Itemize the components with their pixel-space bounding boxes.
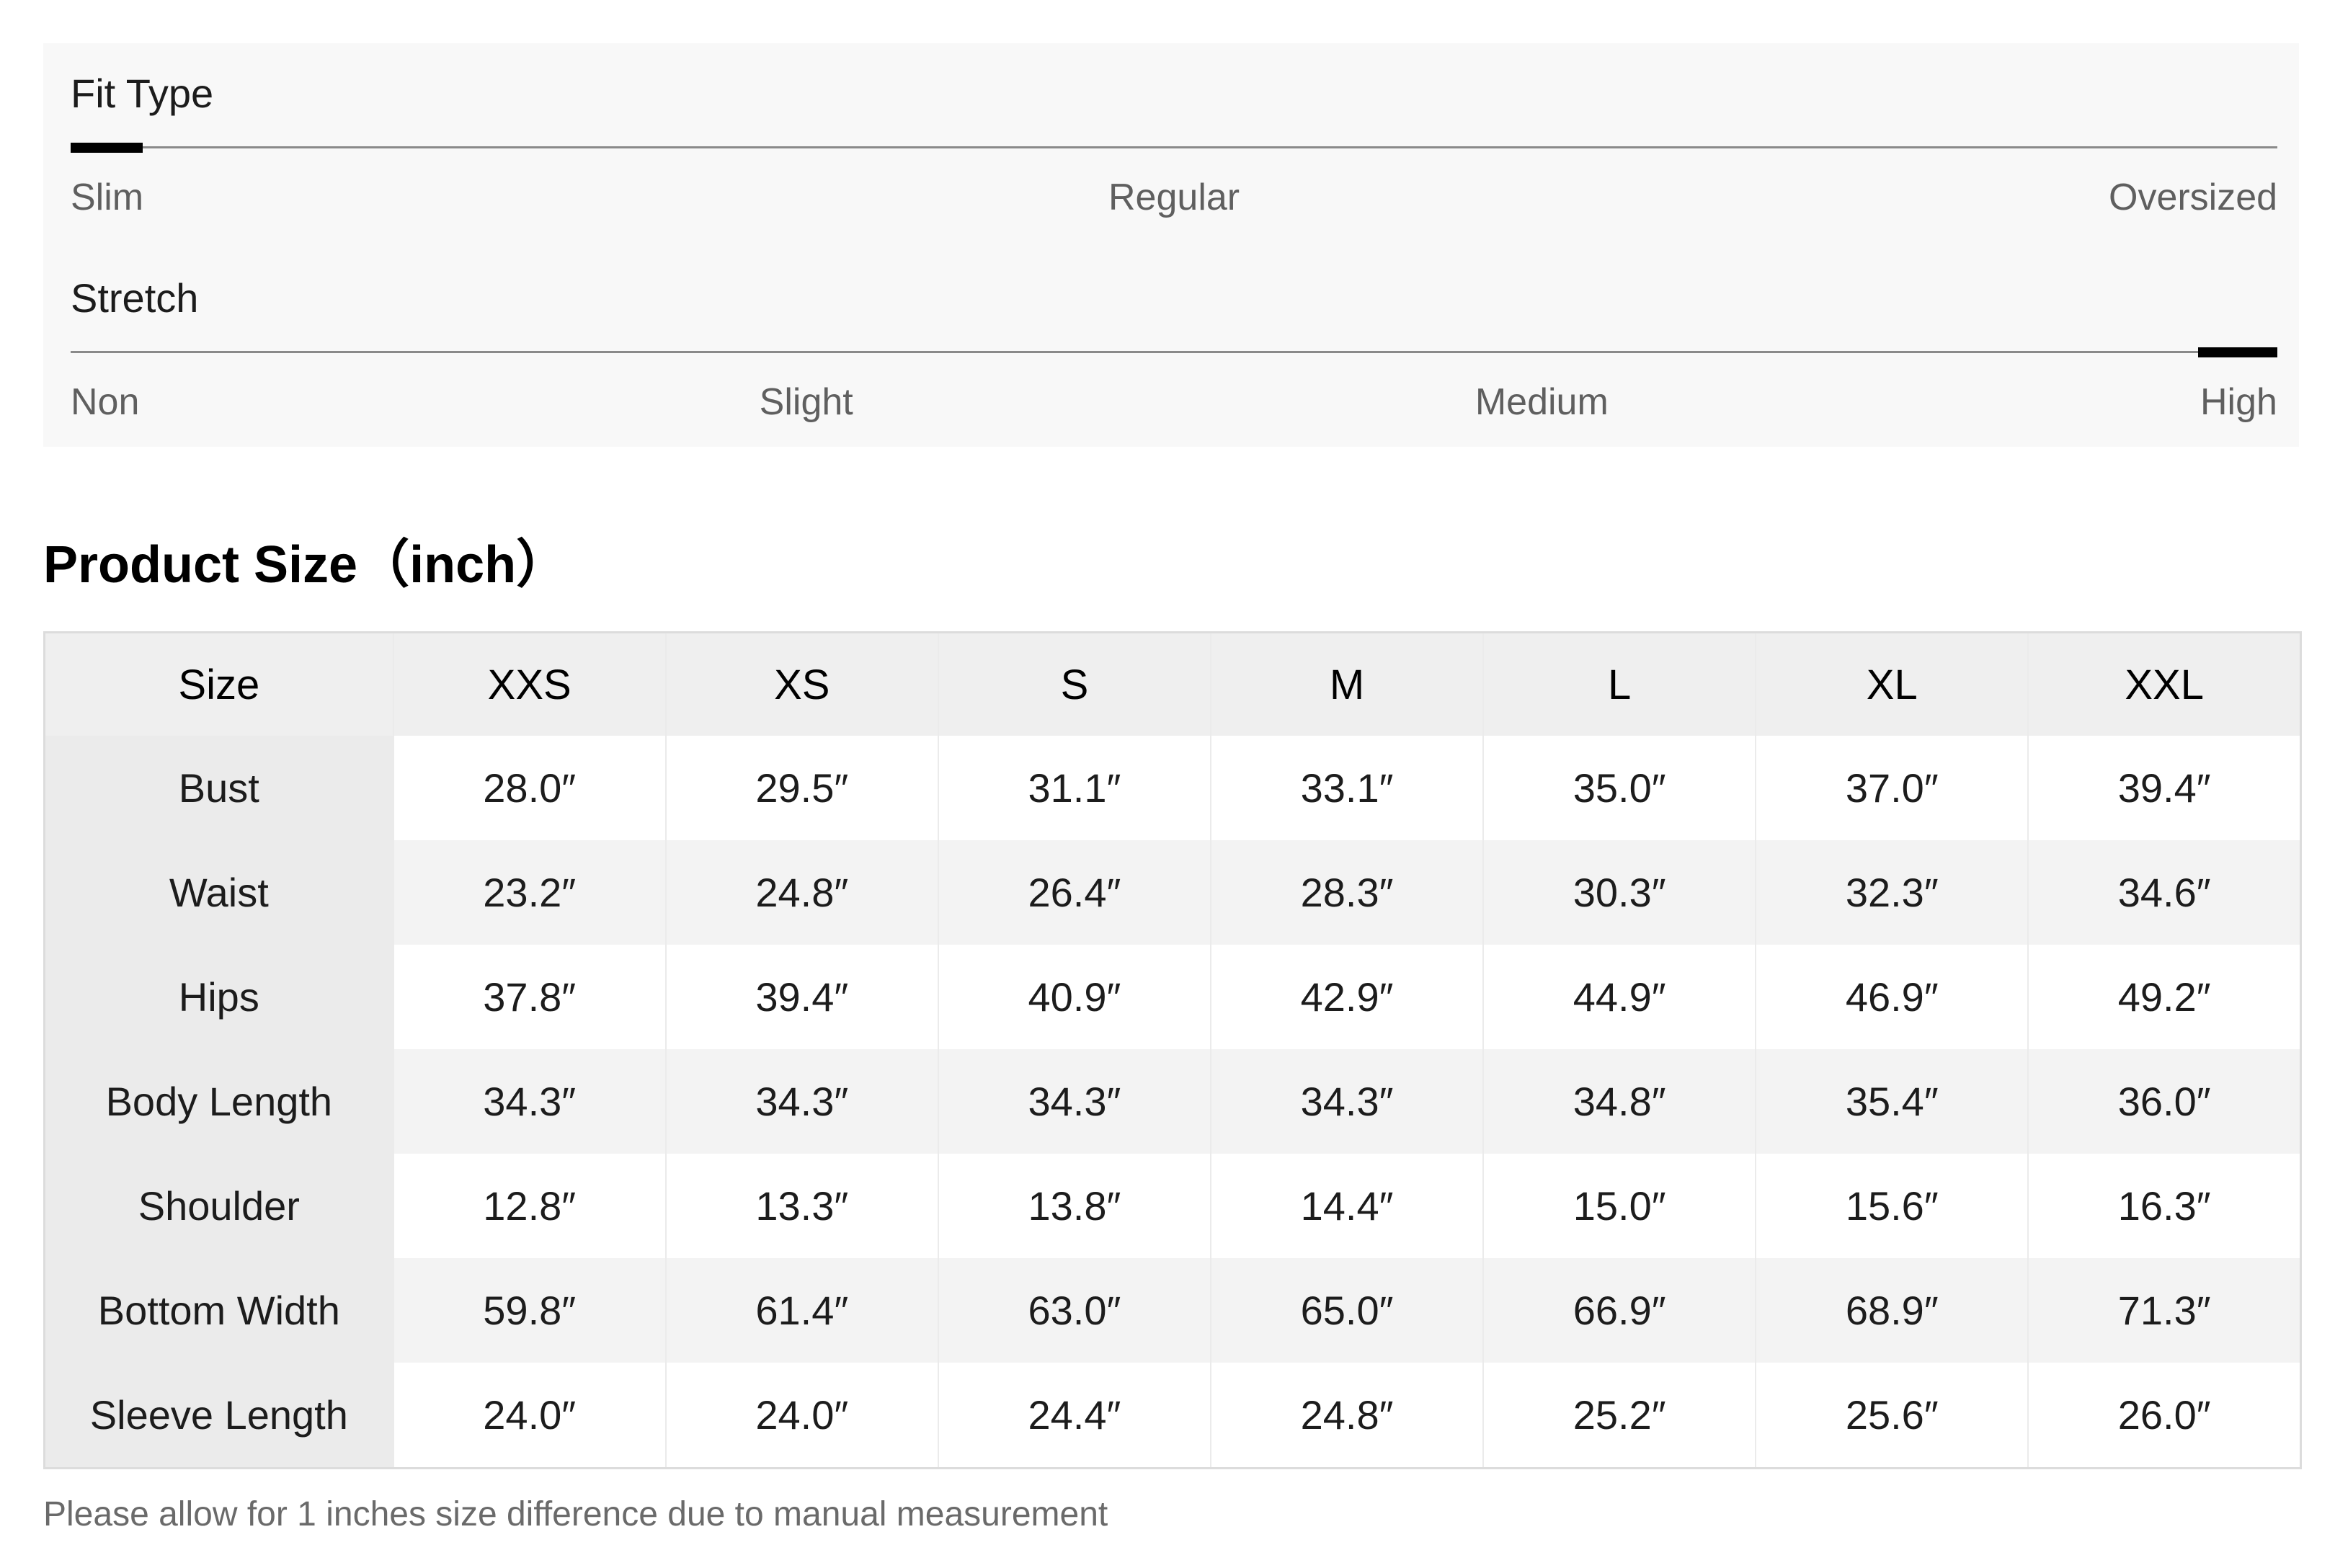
row-label: Hips [44, 945, 393, 1049]
table-cell: 34.8″ [1482, 1049, 1756, 1154]
table-cell: 29.5″ [664, 736, 938, 840]
table-row: Bottom Width 59.8″ 61.4″ 63.0″ 65.0″ 66.9″ 68.… [44, 1258, 2301, 1363]
table-cell: 35.0″ [1482, 736, 1756, 840]
table-cell: 24.0″ [392, 1363, 666, 1469]
table-cell: 34.3″ [937, 1049, 1211, 1154]
table-cell: 44.9″ [1482, 945, 1756, 1049]
table-cell: 59.8″ [392, 1258, 666, 1363]
table-cell: 32.3″ [1755, 840, 2029, 945]
table-cell: 26.0″ [2027, 1363, 2301, 1469]
row-label: Bust [44, 736, 393, 840]
size-header-xs: XS [664, 632, 938, 736]
table-cell: 23.2″ [392, 840, 666, 945]
size-header-l: L [1482, 632, 1756, 736]
table-cell: 36.0″ [2027, 1049, 2301, 1154]
table-cell: 28.3″ [1209, 840, 1484, 945]
table-cell: 24.4″ [937, 1363, 1211, 1469]
table-row: Shoulder 12.8″ 13.3″ 13.8″ 14.4″ 15.0″ 15.6″ 16… [44, 1154, 2301, 1258]
size-header-xxs: XXS [392, 632, 666, 736]
table-cell: 16.3″ [2027, 1154, 2301, 1258]
stretch-label: Non [71, 381, 140, 423]
table-cell: 61.4″ [664, 1258, 938, 1363]
stretch-labels: Non Slight Medium High [71, 383, 2277, 427]
table-cell: 42.9″ [1209, 945, 1484, 1049]
table-cell: 24.8″ [1209, 1363, 1484, 1469]
table-cell: 15.0″ [1482, 1154, 1756, 1258]
table-header-row: Size XXS XS S M L XL XXL [44, 632, 2301, 736]
table-cell: 34.3″ [392, 1049, 666, 1154]
stretch-label: Slight [759, 381, 853, 423]
size-guide-page: Fit Type Slim Regular Oversized Stretch No… [0, 0, 2335, 1568]
table-cell: 40.9″ [937, 945, 1211, 1049]
table-cell: 34.3″ [1209, 1049, 1484, 1154]
fit-type-marker [71, 143, 143, 153]
table-cell: 65.0″ [1209, 1258, 1484, 1363]
table-cell: 39.4″ [664, 945, 938, 1049]
table-cell: 24.0″ [664, 1363, 938, 1469]
table-row: Sleeve Length 24.0″ 24.0″ 24.4″ 24.8″ 25.2″ 25… [44, 1363, 2301, 1469]
table-cell: 34.6″ [2027, 840, 2301, 945]
size-header-s: S [937, 632, 1211, 736]
table-cell: 28.0″ [392, 736, 666, 840]
table-cell: 33.1″ [1209, 736, 1484, 840]
table-cell: 71.3″ [2027, 1258, 2301, 1363]
table-cell: 24.8″ [664, 840, 938, 945]
table-row: Hips 37.8″ 39.4″ 40.9″ 42.9″ 44.9″ 46.9″ 49.2″ [44, 945, 2301, 1049]
table-cell: 49.2″ [2027, 945, 2301, 1049]
table-cell: 68.9″ [1755, 1258, 2029, 1363]
table-cell: 46.9″ [1755, 945, 2029, 1049]
row-label: Bottom Width [44, 1258, 393, 1363]
table-cell: 13.8″ [937, 1154, 1211, 1258]
table-cell: 14.4″ [1209, 1154, 1484, 1258]
row-label: Shoulder [44, 1154, 393, 1258]
table-cell: 37.8″ [392, 945, 666, 1049]
fit-panel: Fit Type Slim Regular Oversized Stretch No… [43, 43, 2299, 447]
table-cell: 66.9″ [1482, 1258, 1756, 1363]
size-table: Size XXS XS S M L XL XXL Bust 28.0″ 29.5″ 31.1″ 33.… [43, 631, 2302, 1469]
table-cell: 30.3″ [1482, 840, 1756, 945]
fit-type-label: Oversized [2109, 177, 2278, 218]
row-label: Body Length [44, 1049, 393, 1154]
size-header-m: M [1209, 632, 1484, 736]
table-row: Body Length 34.3″ 34.3″ 34.3″ 34.3″ 34.8″ 35.4… [44, 1049, 2301, 1154]
table-cell: 34.3″ [664, 1049, 938, 1154]
table-cell: 25.2″ [1482, 1363, 1756, 1469]
table-row: Waist 23.2″ 24.8″ 26.4″ 28.3″ 30.3″ 32.3″ 34.6″ [44, 840, 2301, 945]
product-size-title: Product Size（inch） [43, 536, 569, 594]
table-cell: 63.0″ [937, 1258, 1211, 1363]
fit-type-labels: Slim Regular Oversized [71, 179, 2277, 222]
row-label: Waist [44, 840, 393, 945]
size-header-xl: XL [1755, 632, 2029, 736]
table-cell: 37.0″ [1755, 736, 2029, 840]
table-row: Bust 28.0″ 29.5″ 31.1″ 33.1″ 35.0″ 37.0″ 39.4″ [44, 736, 2301, 840]
fit-type-label: Regular [1108, 177, 1240, 218]
table-cell: 12.8″ [392, 1154, 666, 1258]
table-cell: 26.4″ [937, 840, 1211, 945]
table-cell: 25.6″ [1755, 1363, 2029, 1469]
table-cell: 39.4″ [2027, 736, 2301, 840]
stretch-marker [2198, 347, 2277, 357]
measurement-note: Please allow for 1 inches size differenc… [43, 1495, 1108, 1533]
table-cell: 31.1″ [937, 736, 1211, 840]
size-header-xxl: XXL [2027, 632, 2301, 736]
row-label: Sleeve Length [44, 1363, 393, 1469]
size-column-header: Size [44, 632, 393, 736]
stretch-track [71, 347, 2277, 357]
stretch-label: High [2200, 381, 2277, 423]
fit-type-track [71, 143, 2277, 153]
table-cell: 13.3″ [664, 1154, 938, 1258]
stretch-label: Medium [1475, 381, 1609, 423]
fit-type-title: Fit Type [71, 71, 214, 116]
fit-type-label: Slim [71, 177, 144, 218]
table-cell: 15.6″ [1755, 1154, 2029, 1258]
stretch-title: Stretch [71, 275, 199, 321]
table-cell: 35.4″ [1755, 1049, 2029, 1154]
